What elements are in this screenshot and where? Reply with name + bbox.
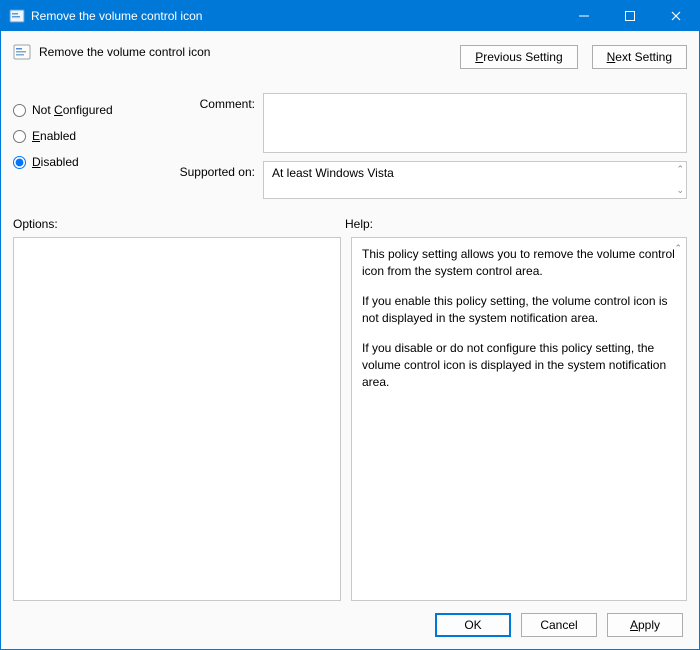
ok-button[interactable]: OK (435, 613, 511, 637)
app-icon (9, 8, 25, 24)
radio-not-configured-label: Not Configured (32, 103, 113, 117)
cancel-button[interactable]: Cancel (521, 613, 597, 637)
scroll-down-icon: ⌄ (676, 185, 684, 196)
radio-not-configured-input[interactable] (13, 104, 26, 117)
next-setting-button[interactable]: Next Setting (592, 45, 687, 69)
options-label: Options: (13, 217, 345, 231)
supported-on-value: At least Windows Vista (272, 166, 394, 180)
radio-enabled-label: Enabled (32, 129, 76, 143)
radio-disabled-label: Disabled (32, 155, 79, 169)
radio-disabled[interactable]: Disabled (13, 149, 153, 175)
help-paragraph: If you enable this policy setting, the v… (362, 293, 676, 328)
policy-title: Remove the volume control icon (39, 45, 210, 59)
comment-textarea[interactable] (263, 93, 687, 153)
supported-on-box: At least Windows Vista ⌃ ⌄ (263, 161, 687, 199)
maximize-button[interactable] (607, 1, 653, 31)
panes: This policy setting allows you to remove… (13, 237, 687, 601)
radio-not-configured[interactable]: Not Configured (13, 97, 153, 123)
help-paragraph: If you disable or do not configure this … (362, 340, 676, 392)
header-row: Remove the volume control icon Previous … (13, 41, 687, 89)
close-button[interactable] (653, 1, 699, 31)
window-title: Remove the volume control icon (31, 9, 202, 23)
footer: OK Cancel Apply (13, 601, 687, 649)
help-pane: This policy setting allows you to remove… (351, 237, 687, 601)
pane-labels: Options: Help: (13, 217, 687, 231)
previous-setting-button[interactable]: Previous Setting (460, 45, 577, 69)
titlebar: Remove the volume control icon (1, 1, 699, 31)
config-area: Not Configured Enabled Disabled Comment: (13, 93, 687, 199)
state-radios: Not Configured Enabled Disabled (13, 93, 153, 199)
options-pane (13, 237, 341, 601)
apply-button[interactable]: Apply (607, 613, 683, 637)
minimize-button[interactable] (561, 1, 607, 31)
radio-disabled-input[interactable] (13, 156, 26, 169)
body: Remove the volume control icon Previous … (1, 31, 699, 649)
supported-on-label: Supported on: (163, 161, 255, 179)
scroll-up-icon: ⌃ (676, 164, 684, 175)
radio-enabled[interactable]: Enabled (13, 123, 153, 149)
policy-icon (13, 43, 31, 61)
comment-label: Comment: (163, 93, 255, 111)
help-paragraph: This policy setting allows you to remove… (362, 246, 676, 281)
help-label: Help: (345, 217, 373, 231)
radio-enabled-input[interactable] (13, 130, 26, 143)
window: Remove the volume control icon (0, 0, 700, 650)
